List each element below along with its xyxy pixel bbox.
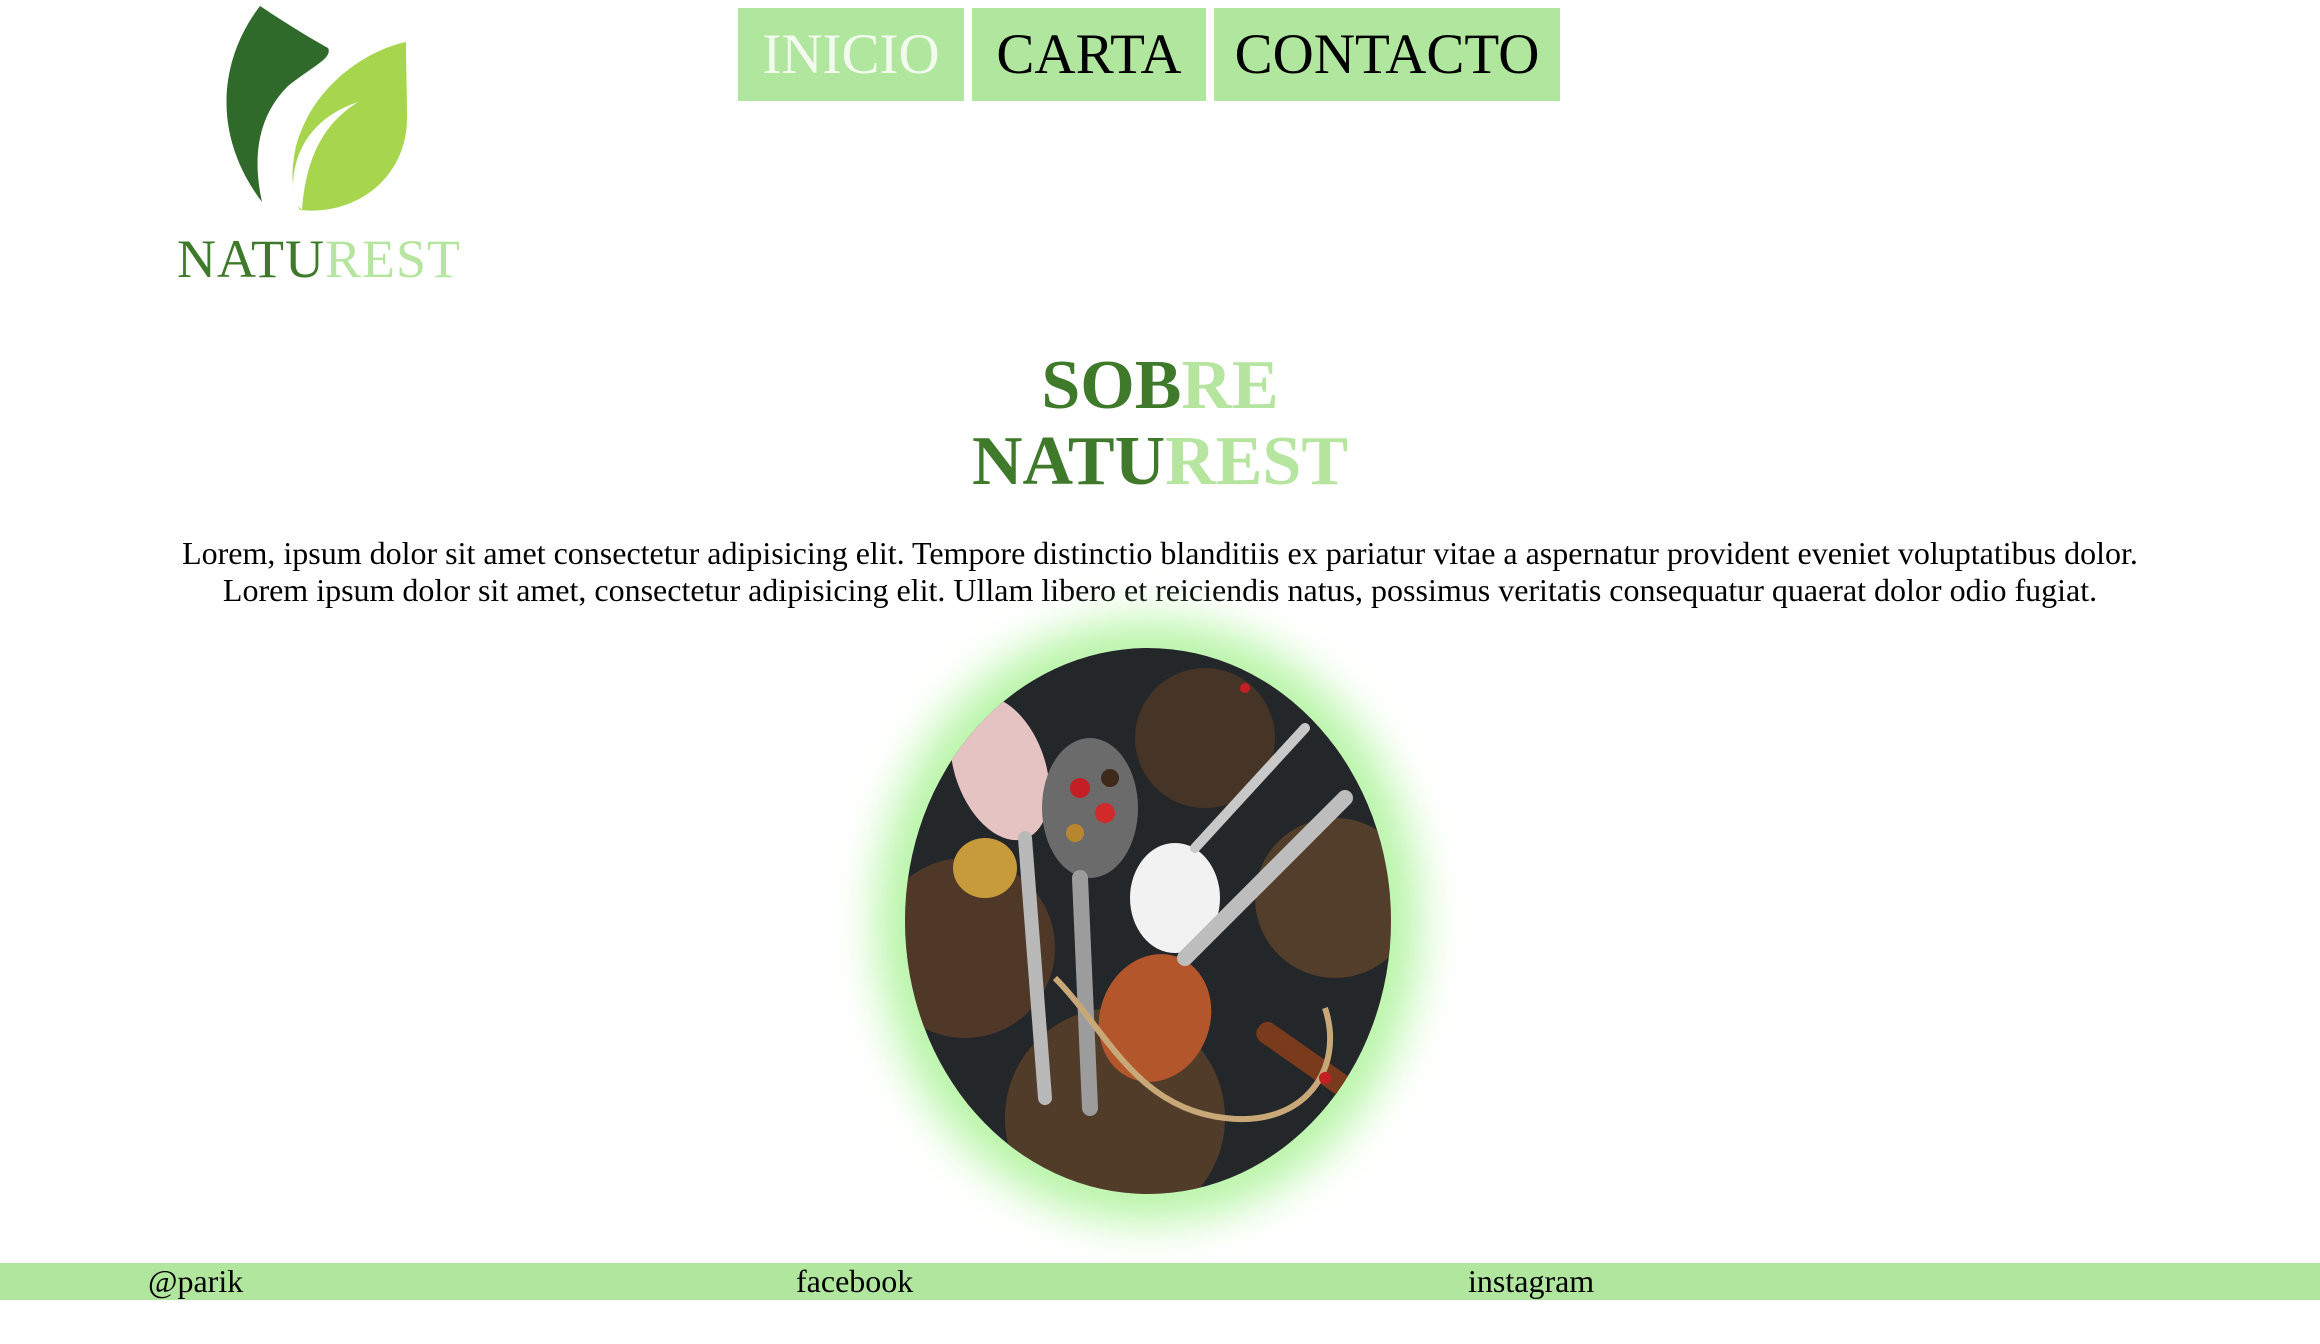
nav-inicio[interactable]: INICIO bbox=[738, 8, 964, 101]
about-paragraph-line2: Lorem ipsum dolor sit amet, consectetur … bbox=[222, 572, 2098, 608]
footer-handle[interactable]: @parik bbox=[148, 1263, 243, 1300]
spices-photo bbox=[905, 648, 1391, 1194]
about-title-part1: SOB bbox=[1041, 347, 1182, 424]
footer-facebook-link[interactable]: facebook bbox=[796, 1263, 913, 1300]
main-nav: INICIO CARTA CONTACTO bbox=[738, 8, 1560, 101]
brand-name: NATUREST bbox=[177, 228, 461, 290]
footer: @parik facebook instagram bbox=[0, 1263, 2320, 1300]
nav-contacto[interactable]: CONTACTO bbox=[1214, 8, 1560, 101]
brand-name-part2: REST bbox=[325, 229, 462, 289]
about-paragraph-line1: Lorem, ipsum dolor sit amet consectetur … bbox=[182, 535, 2138, 571]
brand-logo[interactable]: NATUREST bbox=[172, 6, 462, 290]
about-title: SOBRE NATUREST bbox=[0, 348, 2320, 500]
spices-image bbox=[905, 648, 1391, 1194]
about-title-part3: NATU bbox=[971, 423, 1166, 500]
about-title-part4: REST bbox=[1165, 423, 1349, 500]
footer-instagram-link[interactable]: instagram bbox=[1468, 1263, 1594, 1300]
about-paragraph: Lorem, ipsum dolor sit amet consectetur … bbox=[0, 535, 2320, 609]
nav-carta[interactable]: CARTA bbox=[972, 8, 1206, 101]
brand-name-part1: NATU bbox=[177, 229, 325, 289]
about-title-part2: RE bbox=[1181, 347, 1279, 424]
leaf-icon bbox=[226, 6, 408, 211]
